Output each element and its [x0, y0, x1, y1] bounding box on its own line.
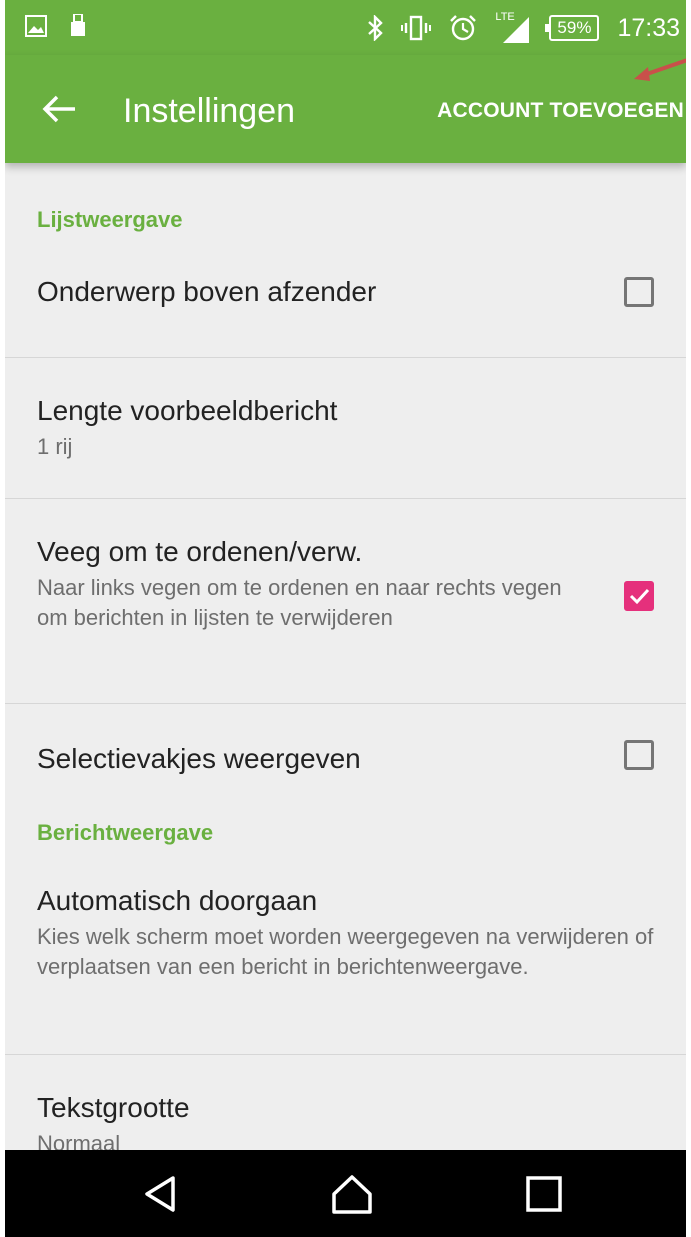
image-icon: [25, 15, 47, 37]
checkbox-unchecked[interactable]: [624, 277, 654, 307]
usb-icon: [71, 14, 85, 36]
navigation-bar: [5, 1150, 686, 1237]
section-header-list-view: Lijstweergave: [37, 207, 183, 232]
setting-subtitle: Naar links vegen om te ordenen en naar r…: [37, 575, 562, 630]
settings-list: Lijstweergave Onderwerp boven afzender L…: [5, 163, 686, 1156]
signal-icon: LTE: [495, 11, 531, 45]
bluetooth-icon: [368, 15, 384, 41]
checkbox-checked[interactable]: [624, 581, 654, 611]
alarm-icon: [450, 15, 477, 41]
setting-title: Selectievakjes weergeven: [37, 743, 361, 774]
setting-swipe-to-sort[interactable]: Veeg om te ordenen/verw. Naar links vege…: [5, 499, 686, 704]
setting-title: Lengte voorbeeldbericht: [37, 395, 338, 426]
home-icon[interactable]: [330, 1172, 374, 1216]
section-header-message-view: Berichtweergave: [37, 820, 214, 845]
app-bar: Instellingen ACCOUNT TOEVOEGEN: [5, 55, 686, 163]
back-arrow-icon[interactable]: [39, 89, 79, 129]
setting-subject-above-sender[interactable]: Onderwerp boven afzender: [5, 243, 686, 358]
setting-subtitle: Kies welk scherm moet worden weergegeven…: [37, 924, 654, 979]
recents-icon[interactable]: [522, 1172, 566, 1216]
back-icon[interactable]: [139, 1172, 183, 1216]
battery-indicator: 59%: [545, 15, 600, 41]
status-bar: LTE 59% 17:33: [5, 0, 686, 55]
setting-preview-length[interactable]: Lengte voorbeeldbericht 1 rij: [5, 358, 686, 499]
setting-title: Automatisch doorgaan: [37, 885, 318, 916]
status-time: 17:33: [617, 13, 680, 42]
annotation-arrow: [634, 58, 686, 81]
setting-auto-advance[interactable]: Automatisch doorgaan Kies welk scherm mo…: [5, 856, 686, 1055]
setting-title: Onderwerp boven afzender: [37, 276, 377, 307]
setting-text-size[interactable]: Tekstgrootte Normaal: [5, 1055, 686, 1156]
vibrate-icon: [401, 15, 432, 41]
settings-screen: LTE 59% 17:33 Instellingen ACCOUNT TOEVO…: [5, 0, 686, 1237]
setting-title: Veeg om te ordenen/verw.: [37, 536, 363, 567]
add-account-button[interactable]: ACCOUNT TOEVOEGEN: [437, 99, 684, 123]
checkmark-icon: [629, 588, 650, 605]
checkbox-unchecked[interactable]: [624, 740, 654, 770]
page-title: Instellingen: [123, 92, 296, 130]
setting-title: Tekstgrootte: [37, 1092, 190, 1123]
setting-subtitle: 1 rij: [37, 434, 73, 459]
setting-show-checkboxes[interactable]: Selectievakjes weergeven: [5, 704, 686, 814]
